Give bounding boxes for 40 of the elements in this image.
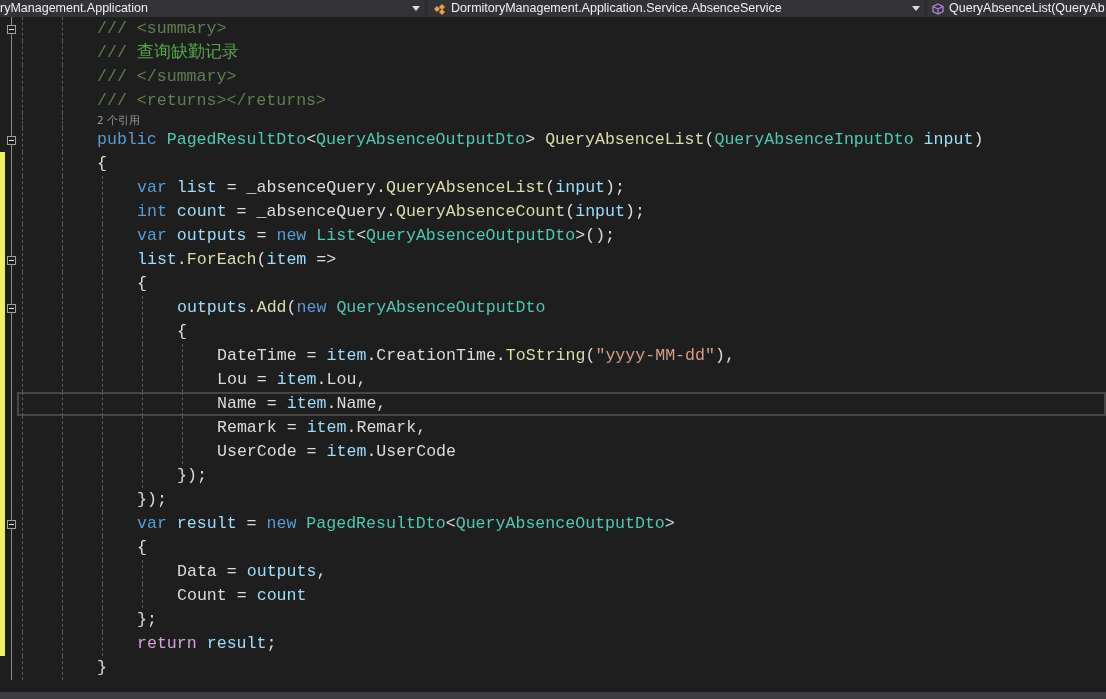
fold-collapse-icon[interactable] xyxy=(6,303,16,313)
code-line: { xyxy=(137,273,147,295)
code-line: Remark = item.Remark, xyxy=(217,417,427,439)
code-line: Lou = item.Lou, xyxy=(217,369,367,391)
code-line: return result; xyxy=(137,633,277,655)
code-line: DateTime = item.CreationTime.ToString("yyyy-MM-dd"), xyxy=(217,345,735,367)
code-line: public PagedResultDto<QueryAbsenceOutputDto> QueryAbsenceList(QueryAbsenceInputDto input) xyxy=(97,129,984,151)
code-line: }); xyxy=(177,465,207,487)
code-line: outputs.Add(new QueryAbsenceOutputDto xyxy=(177,297,546,319)
code-line: Count = count xyxy=(177,585,307,607)
code-line: }); xyxy=(137,489,167,511)
code-line: int count = _absenceQuery.QueryAbsenceCount(input); xyxy=(137,201,645,223)
code-line: var outputs = new List<QueryAbsenceOutputDto>(); xyxy=(137,225,616,247)
fold-collapse-icon[interactable] xyxy=(6,135,16,145)
code-line: var list = _absenceQuery.QueryAbsenceList(input); xyxy=(137,177,625,199)
reference-count-link[interactable]: 2 个引用 xyxy=(97,113,141,128)
fold-collapse-icon[interactable] xyxy=(6,519,16,529)
code-line: { xyxy=(177,321,187,343)
code-line: Name = item.Name, xyxy=(217,393,387,415)
code-line: /// <summary> xyxy=(97,18,227,40)
fold-collapse-icon[interactable] xyxy=(6,255,16,265)
code-line: } xyxy=(97,657,107,679)
code-line: /// <returns></returns> xyxy=(97,90,327,112)
navigation-dropdown[interactable]: QueryAbsenceList(QueryAb xyxy=(928,0,1106,17)
dropdown-arrow-icon xyxy=(412,6,420,11)
class-icon xyxy=(432,2,446,15)
fold-collapse-icon[interactable] xyxy=(6,24,16,34)
code-line: /// </summary> xyxy=(97,66,237,88)
code-line: list.ForEach(item => xyxy=(137,249,337,271)
navigation-dropdown[interactable]: DormitoryManagement.Application.Service.AbsenceService xyxy=(428,0,924,17)
code-line: var result = new PagedResultDto<QueryAbsenceOutputDto> xyxy=(137,513,675,535)
cube-icon xyxy=(932,2,944,15)
navigation-dropdown[interactable]: ryManagement.Application xyxy=(0,0,424,17)
code-line: }; xyxy=(137,609,157,631)
code-line: /// 查询缺勤记录 xyxy=(97,42,239,64)
code-line: UserCode = item.UserCode xyxy=(217,441,456,463)
code-line: Data = outputs, xyxy=(177,561,327,583)
code-line: { xyxy=(137,537,147,559)
code-line: { xyxy=(97,153,107,175)
dropdown-arrow-icon xyxy=(912,6,920,11)
